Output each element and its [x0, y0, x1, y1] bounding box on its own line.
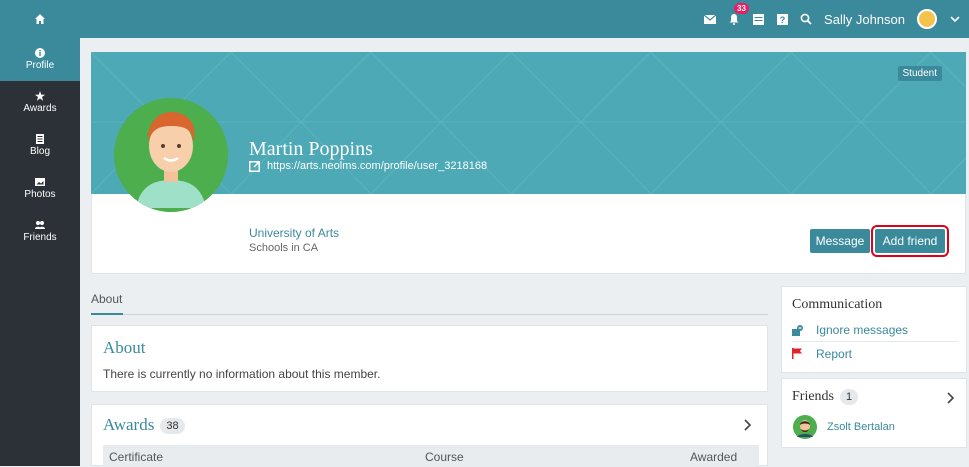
- awards-count: 38: [160, 418, 185, 435]
- friends-title: Friends: [792, 389, 834, 405]
- top-bar: 33 ? Sally Johnson: [0, 0, 969, 38]
- communication-title: Communication: [792, 297, 883, 312]
- svg-text:?: ?: [779, 15, 785, 25]
- role-badge: Student: [897, 66, 942, 81]
- user-avatar[interactable]: [917, 9, 937, 29]
- external-link-icon: [249, 160, 260, 172]
- friends-count: 1: [840, 389, 859, 405]
- sidebar-item-photos[interactable]: Photos: [0, 167, 80, 210]
- top-right-controls: 33 ? Sally Johnson: [704, 0, 961, 38]
- chevron-down-icon[interactable]: [949, 13, 961, 25]
- profile-url-text: https://arts.neolms.com/profile/user_321…: [267, 160, 488, 172]
- profile-avatar: [114, 98, 228, 212]
- friend-name: Zsolt Bertalan: [827, 421, 895, 433]
- sidebar-item-label: Profile: [25, 60, 55, 71]
- friends-card: Friends 1 Zsolt Bertalan: [781, 378, 967, 448]
- user-name[interactable]: Sally Johnson: [824, 12, 905, 27]
- awards-header[interactable]: Awards 38: [103, 415, 185, 435]
- users-icon: [35, 221, 45, 229]
- info-icon: [35, 48, 45, 58]
- tab-about[interactable]: About: [91, 292, 122, 306]
- report-label: Report: [816, 346, 853, 361]
- report-link[interactable]: Report: [792, 342, 958, 365]
- awards-card: Awards 38 Certificate Course Awarded: [91, 404, 768, 467]
- column-header-certificate: Certificate: [109, 450, 164, 464]
- chevron-right-icon[interactable]: [743, 419, 751, 431]
- sidebar-item-blog[interactable]: Blog: [0, 124, 80, 167]
- friend-list-item[interactable]: Zsolt Bertalan: [793, 415, 895, 439]
- sidebar-item-label: Awards: [23, 103, 57, 114]
- sidebar-item-label: Photos: [24, 189, 56, 200]
- friends-header[interactable]: Friends 1: [792, 389, 859, 405]
- profile-url-link[interactable]: https://arts.neolms.com/profile/user_321…: [249, 160, 487, 172]
- organization-link[interactable]: University of Arts: [249, 226, 339, 240]
- notifications-bell-icon[interactable]: 33: [728, 3, 749, 25]
- about-text: There is currently no information about …: [103, 367, 381, 381]
- home-button[interactable]: [0, 0, 80, 38]
- chevron-right-icon[interactable]: [946, 392, 954, 404]
- communication-card: Communication Ignore messages Report: [781, 286, 967, 373]
- ignore-messages-icon: [792, 324, 803, 336]
- awards-title: Awards: [103, 415, 155, 434]
- notification-count-badge: 33: [734, 3, 749, 14]
- column-header-course: Course: [425, 450, 464, 464]
- help-icon[interactable]: ?: [776, 13, 788, 25]
- organization-subtitle: Schools in CA: [249, 242, 319, 254]
- add-friend-button[interactable]: Add friend: [871, 225, 949, 257]
- sidebar-item-label: Blog: [29, 146, 50, 157]
- message-button[interactable]: Message: [810, 229, 870, 253]
- left-sidebar: Profile Awards Blog Photos Friends: [0, 38, 80, 466]
- photo-icon: [35, 178, 45, 186]
- about-title: About: [103, 338, 146, 357]
- ignore-messages-link[interactable]: Ignore messages: [792, 319, 958, 342]
- column-header-awarded: Awarded: [690, 450, 738, 464]
- active-tab-indicator: [91, 313, 123, 315]
- star-icon: [35, 91, 45, 101]
- sidebar-item-label: Friends: [23, 232, 57, 243]
- blog-icon: [36, 134, 44, 144]
- friend-avatar: [793, 415, 817, 439]
- home-icon: [35, 14, 45, 24]
- sidebar-item-profile[interactable]: Profile: [0, 38, 80, 81]
- search-icon[interactable]: [800, 13, 812, 25]
- calendar-icon[interactable]: [752, 13, 764, 25]
- profile-name: Martin Poppins: [249, 138, 373, 160]
- flag-icon: [792, 348, 802, 359]
- sidebar-item-friends[interactable]: Friends: [0, 210, 80, 253]
- awards-table-header: Certificate Course Awarded: [103, 445, 759, 467]
- mail-icon[interactable]: [704, 13, 717, 25]
- tab-divider: [91, 314, 768, 315]
- ignore-messages-label: Ignore messages: [816, 323, 909, 337]
- sidebar-item-awards[interactable]: Awards: [0, 81, 80, 124]
- about-card: About There is currently no information …: [91, 325, 768, 392]
